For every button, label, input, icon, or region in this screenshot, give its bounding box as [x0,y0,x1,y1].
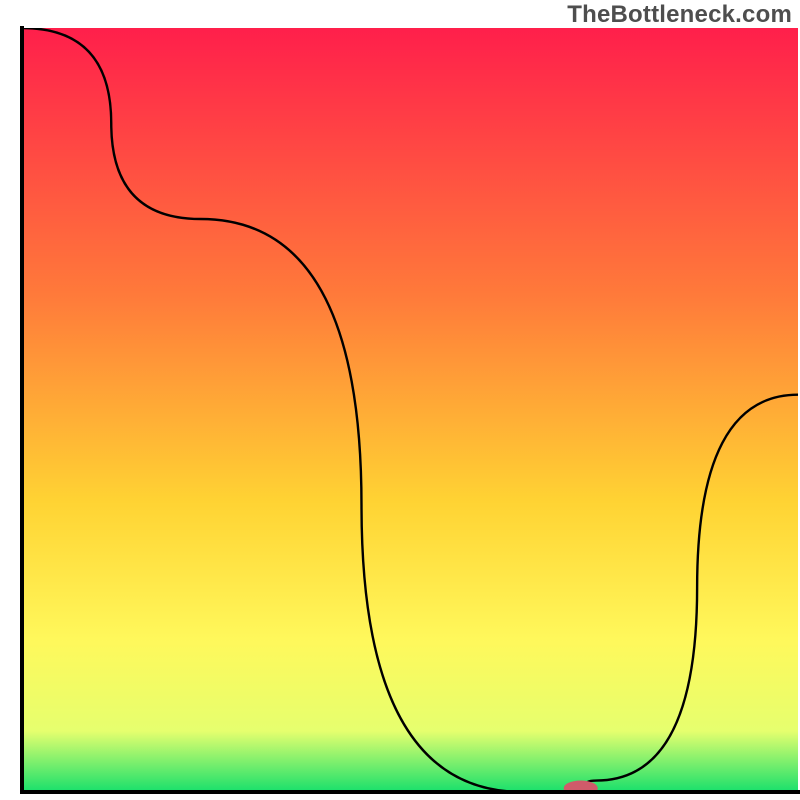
gradient-background [22,28,798,792]
chart-svg [0,0,800,800]
bottleneck-chart: TheBottleneck.com [0,0,800,800]
watermark-text: TheBottleneck.com [567,1,792,29]
